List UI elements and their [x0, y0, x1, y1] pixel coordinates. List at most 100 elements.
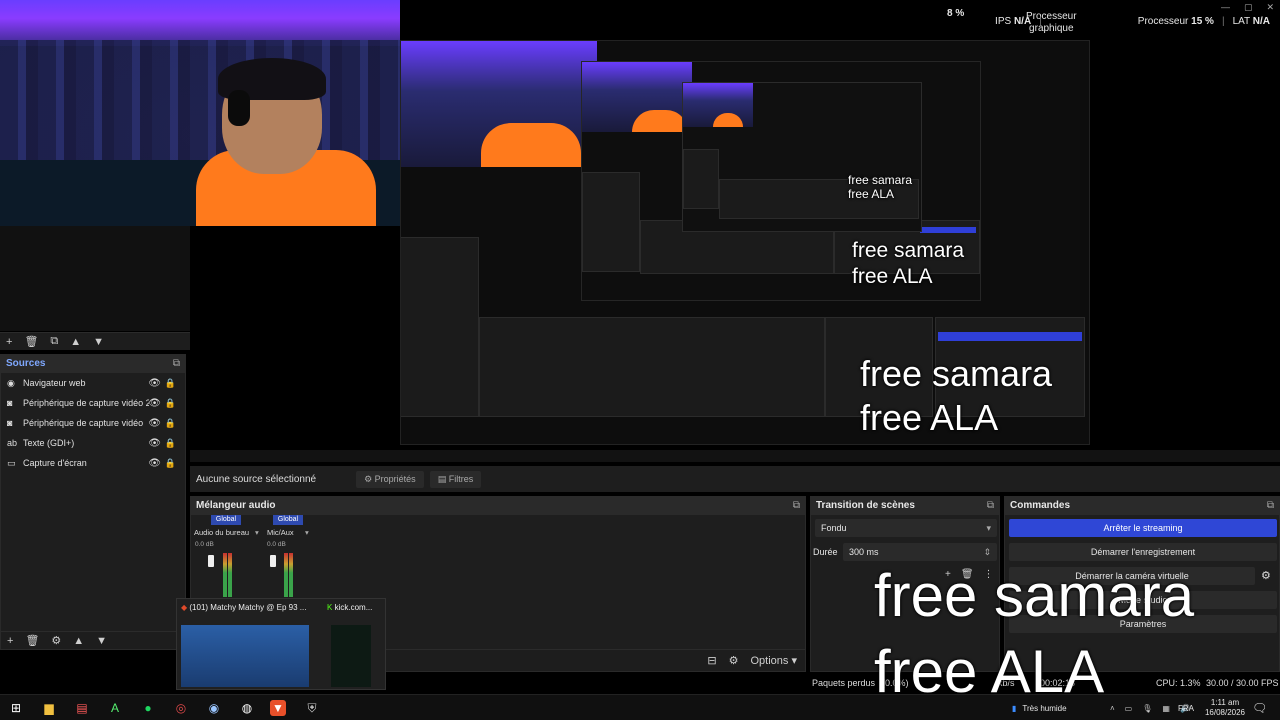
overlay-text-large-1: free samara: [874, 562, 1195, 629]
sources-title: Sources ⧉: [1, 355, 185, 373]
lock-icon[interactable]: 🔒: [165, 378, 176, 389]
obs-icon[interactable]: ◍: [239, 700, 255, 716]
source-down-icon[interactable]: ▼: [96, 635, 107, 647]
file-explorer-icon[interactable]: ▆: [41, 700, 57, 716]
globe-icon: ◉: [7, 377, 15, 388]
visibility-icon[interactable]: 👁: [148, 418, 161, 429]
close-icon[interactable]: ✕: [1266, 2, 1274, 13]
source-item-texte[interactable]: ab Texte (GDI+) 👁 🔒: [1, 433, 185, 453]
spotify-icon[interactable]: ●: [140, 700, 156, 716]
dock-icon[interactable]: ⧉: [987, 497, 994, 515]
channel-db-desktop: 0.0 dB: [195, 541, 214, 548]
taskbar: ⊞ ▆ ▤ A ● ◎ ◉ ◍ ▼ ⛨ ▮ Très humide ˄ ▭ 🎙 …: [0, 694, 1280, 720]
volume-slider-desktop[interactable]: [208, 555, 214, 567]
add-source-icon[interactable]: +: [7, 635, 13, 647]
transition-select[interactable]: Fondu ▾: [815, 519, 997, 537]
level-meter: [228, 553, 232, 597]
channel-name-desktop: Audio du bureau: [194, 528, 250, 537]
move-down-icon[interactable]: ▼: [93, 336, 104, 348]
gear-icon[interactable]: ⚙: [729, 654, 739, 667]
filter-icon[interactable]: ⧉: [50, 335, 58, 348]
notification-icon[interactable]: 🗨: [1252, 695, 1267, 720]
webcam-feed: [0, 0, 400, 226]
mic-icon[interactable]: 🎙: [1142, 704, 1152, 713]
source-up-icon[interactable]: ▲: [73, 635, 84, 647]
start-recording-button[interactable]: Démarrer l'enregistrement: [1009, 543, 1277, 561]
dock-icon[interactable]: ⧉: [793, 497, 800, 515]
zoom-bar: [190, 450, 1280, 462]
stepper-icon[interactable]: ⇕: [983, 543, 991, 561]
volume-slider-mic[interactable]: [270, 555, 276, 567]
overlay-text-large-2: free ALA: [874, 638, 1105, 705]
remove-source-icon[interactable]: 🗑: [25, 634, 39, 647]
source-item-capture-video[interactable]: ◙ Périphérique de capture vidéo 👁 🔒: [1, 413, 185, 433]
mixer-title: Mélangeur audio ⧉: [191, 497, 805, 515]
shield-icon[interactable]: ⛨: [304, 700, 320, 716]
cpu-usage: CPU: 1.3%: [1156, 678, 1201, 688]
channel-db-mic: 0.0 dB: [267, 541, 286, 548]
thumb-tab-1-title[interactable]: ◆ (101) Matchy Matchy @ Ep 93 ...: [181, 603, 306, 612]
overlay-text-tiny-1: free samara: [848, 173, 913, 187]
dock-icon[interactable]: ⧉: [173, 355, 180, 373]
preview-area: Processeur graphique IPS N/A | 8 % Proce…: [400, 0, 1280, 450]
stop-streaming-button[interactable]: Arrêter le streaming: [1009, 519, 1277, 537]
clock[interactable]: 1:11 am 16/08/2026: [1200, 695, 1250, 720]
overlay-text-medium-1: free samara: [860, 353, 1053, 394]
visibility-icon[interactable]: 👁: [148, 378, 161, 389]
source-settings-icon[interactable]: ⚙: [51, 634, 61, 647]
steam-icon[interactable]: ◉: [206, 700, 222, 716]
stats-row: IPS N/A | 8 % Processeur 15 % | LAT N/A: [947, 8, 1270, 27]
record-icon[interactable]: ◎: [173, 700, 189, 716]
cpu-label: Processeur 15 %: [1137, 16, 1214, 27]
layout-icon[interactable]: ⊟: [707, 654, 716, 667]
source-item-capture-video-2[interactable]: ◙ Périphérique de capture vidéo 2 👁 🔒: [1, 393, 185, 413]
properties-button[interactable]: ⚙ Propriétés: [356, 470, 424, 488]
nested-stream-btn-2: [920, 227, 976, 233]
scenes-toolbar: + 🗑 ⧉ ▲ ▼: [0, 332, 190, 350]
document-icon[interactable]: ▤: [74, 700, 90, 716]
chevron-down-icon[interactable]: ▾: [305, 528, 309, 537]
headset: [228, 90, 250, 126]
taskbar-thumbnail-popup: ◆ (101) Matchy Matchy @ Ep 93 ... K kick…: [176, 598, 386, 690]
commands-title: Commandes ⧉: [1005, 497, 1279, 515]
network-icon[interactable]: ▦: [1162, 704, 1170, 713]
visibility-icon[interactable]: 👁: [148, 398, 161, 409]
lock-icon[interactable]: 🔒: [165, 438, 176, 449]
weather-tray[interactable]: ▮ Très humide: [1012, 695, 1067, 720]
language-indicator[interactable]: FRA: [1178, 695, 1194, 720]
add-icon[interactable]: +: [6, 336, 12, 348]
source-item-navigateur[interactable]: ◉ Navigateur web 👁 🔒: [1, 373, 185, 393]
chevron-down-icon[interactable]: ▾: [255, 528, 259, 537]
filters-button[interactable]: ▤ Filtres: [429, 470, 482, 488]
channel-name-mic: Mic/Aux: [267, 528, 294, 537]
windows-start-icon[interactable]: ⊞: [8, 700, 24, 716]
thumb-preview-1[interactable]: [181, 625, 309, 687]
lock-icon[interactable]: 🔒: [165, 398, 176, 409]
brave-icon: ◆: [181, 603, 188, 612]
move-up-icon[interactable]: ▲: [70, 336, 81, 348]
camera-icon: ◙: [7, 398, 13, 408]
options-button[interactable]: Options ▾: [751, 654, 798, 667]
thumb-tab-2-title[interactable]: K kick.com...: [327, 603, 372, 612]
fps-value: 30.00 / 30.00 FPS: [1206, 678, 1279, 688]
visibility-icon[interactable]: 👁: [148, 458, 161, 469]
thumb-preview-2[interactable]: [331, 625, 371, 687]
gear-icon[interactable]: ⚙: [1261, 569, 1271, 582]
trash-icon[interactable]: 🗑: [24, 335, 38, 348]
dock-icon[interactable]: ⧉: [1267, 497, 1274, 515]
display-icon[interactable]: ▭: [1125, 704, 1133, 713]
lock-icon[interactable]: 🔒: [165, 418, 176, 429]
nested-stream-btn-1: [938, 332, 1082, 341]
minimize-icon[interactable]: —: [1221, 2, 1230, 13]
visibility-icon[interactable]: 👁: [148, 438, 161, 449]
properties-bar: Aucune source sélectionné ⚙ Propriétés ▤…: [190, 466, 1280, 492]
source-item-capture-ecran[interactable]: ▭ Capture d'écran 👁 🔒: [1, 453, 185, 473]
maximize-icon[interactable]: ▢: [1244, 2, 1253, 13]
duration-input[interactable]: 300 ms ⇕: [843, 543, 997, 561]
nested-sources-3: [683, 149, 719, 209]
lock-icon[interactable]: 🔒: [165, 458, 176, 469]
text-icon: ab: [7, 438, 18, 448]
brave-taskbar-icon[interactable]: ▼: [270, 700, 286, 716]
chevron-up-icon[interactable]: ˄: [1110, 704, 1115, 713]
kick-app-icon[interactable]: A: [107, 700, 123, 716]
